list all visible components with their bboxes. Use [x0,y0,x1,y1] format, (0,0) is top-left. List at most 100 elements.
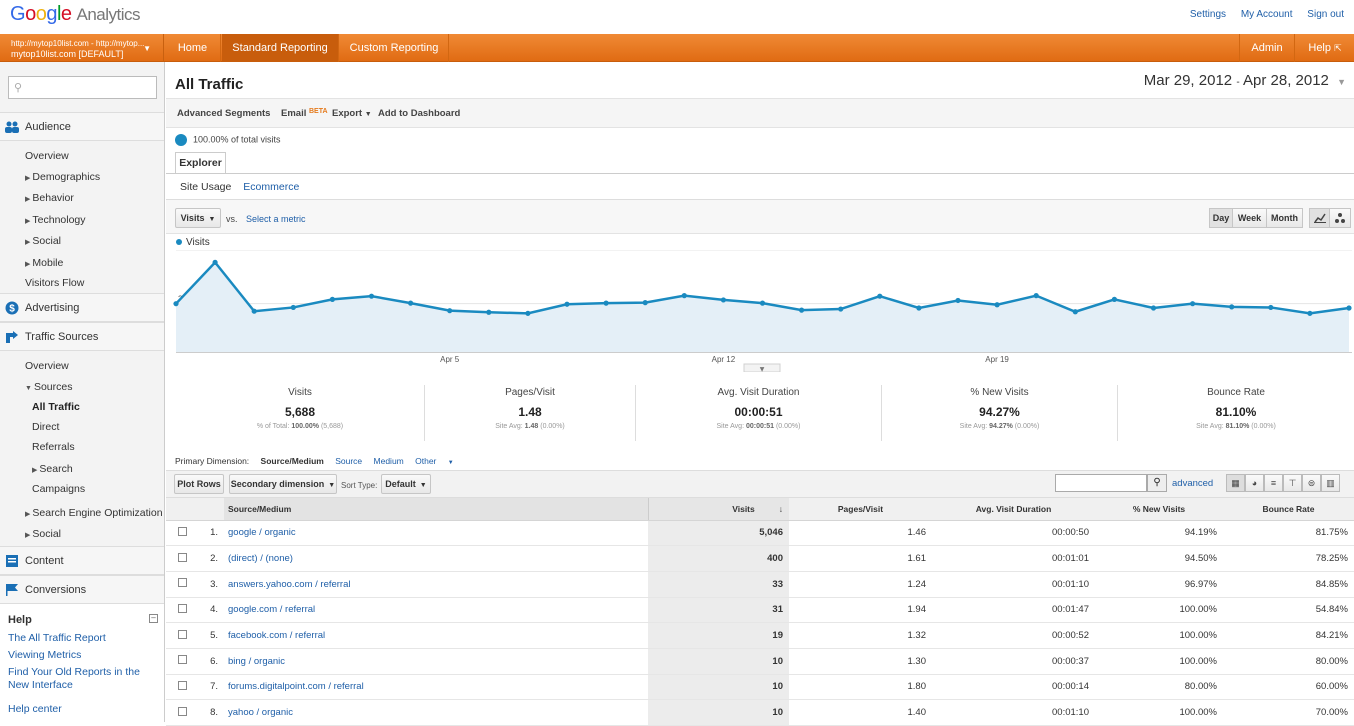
visits-chart[interactable]: 300200Apr 5Apr 12Apr 19▼ [166,250,1352,372]
scorecard[interactable]: % New Visits 94.27% Site Avg: 94.27% (0.00… [882,385,1118,441]
sidebar-item-referrals[interactable]: Referrals [32,441,75,453]
header-pages-per-visit[interactable]: Pages/Visit [789,498,932,521]
sidebar-item-social[interactable]: ▶ Social [25,235,61,247]
advanced-filter-link[interactable]: advanced [1172,478,1213,489]
dimension-medium-link[interactable]: Medium [374,456,404,466]
sidebar-item-direct[interactable]: Direct [32,421,59,433]
row-source-link[interactable]: forums.digitalpoint.com / referral [228,681,364,692]
sidebar-item-sources[interactable]: ▼ Sources [25,381,72,393]
row-checkbox[interactable] [178,603,187,613]
export-button[interactable]: Export ▼ [332,108,372,119]
header-visits[interactable]: Visits ↓ [648,498,789,521]
metric-select[interactable]: Visits ▼ [175,208,221,228]
sidebar-item-campaigns[interactable]: Campaigns [32,483,85,495]
table-search-input[interactable] [1055,474,1147,492]
google-analytics-logo[interactable]: Google Analytics [10,3,141,26]
header-source-medium[interactable]: Source/Medium [224,498,649,521]
table-row[interactable]: 1. google / organic 5,046 1.46 00:00:50 94.19… [166,520,1354,547]
sort-type-select[interactable]: Default ▼ [381,474,431,494]
table-search-button[interactable]: ⚲ [1147,474,1167,492]
view-table-button[interactable]: ▦ [1226,474,1245,492]
scorecard[interactable]: Bounce Rate 81.10% Site Avg: 81.10% (0.00%… [1118,385,1354,441]
subtab-site-usage[interactable]: Site Usage [180,181,231,193]
row-checkbox[interactable] [178,629,187,639]
tab-explorer[interactable]: Explorer [175,152,226,174]
row-checkbox[interactable] [178,578,187,588]
nav-help[interactable]: Help ⇱ [1296,34,1354,62]
add-to-dashboard-button[interactable]: Add to Dashboard [378,108,460,119]
advanced-segments-button[interactable]: Advanced Segments [177,108,270,119]
dimension-other-link[interactable]: Other ▼ [415,456,463,466]
sidebar-item-traffic-overview[interactable]: Overview [25,360,69,372]
row-source-link[interactable]: google / organic [228,527,296,538]
account-selector[interactable]: http://mytop10list.com - http://mytop...… [0,34,164,62]
scorecard[interactable]: Avg. Visit Duration 00:00:51 Site Avg: 00:… [636,385,882,441]
email-button[interactable]: Email BETA [281,108,328,119]
scorecard[interactable]: Visits 5,688 % of Total: 100.00% (5,688) [176,385,425,441]
granularity-day-button[interactable]: Day [1209,208,1233,228]
nav-custom-reporting[interactable]: Custom Reporting [340,34,449,62]
table-row[interactable]: 5. facebook.com / referral 19 1.32 00:00:52 1… [166,622,1354,649]
view-comparison-button[interactable]: ⊤ [1283,474,1302,492]
help-link-help-center[interactable]: Help center [8,703,158,716]
scorecard[interactable]: Pages/Visit 1.48 Site Avg: 1.48 (0.00%) [425,385,636,441]
row-source-link[interactable]: (direct) / (none) [228,553,293,564]
sidebar-section-advertising[interactable]: $ Advertising [0,293,164,322]
collapse-icon[interactable]: – [149,614,158,623]
help-link-old-reports[interactable]: Find Your Old Reports in the New Interfa… [8,666,158,692]
view-performance-button[interactable]: ≡ [1264,474,1283,492]
sidebar-section-traffic-sources[interactable]: Traffic Sources [0,322,164,351]
header-avg-visit-duration[interactable]: Avg. Visit Duration [932,498,1095,521]
table-row[interactable]: 2. (direct) / (none) 400 1.61 00:01:01 94.50%… [166,545,1354,572]
nav-admin[interactable]: Admin [1239,34,1295,62]
row-checkbox[interactable] [178,526,187,536]
settings-link[interactable]: Settings [1190,9,1226,20]
sidebar-item-all-traffic[interactable]: All Traffic [32,401,80,413]
date-range-picker[interactable]: Mar 29, 2012 - Apr 28, 2012 ▼ [1144,72,1346,89]
sidebar-item-visitors-flow[interactable]: Visitors Flow [25,277,84,289]
line-chart-button[interactable] [1309,208,1330,228]
sidebar-section-conversions[interactable]: Conversions [0,575,164,604]
sidebar-section-content[interactable]: Content [0,546,164,575]
plot-rows-button[interactable]: Plot Rows [174,474,224,494]
sidebar-item-technology[interactable]: ▶ Technology [25,214,86,226]
row-source-link[interactable]: facebook.com / referral [228,630,325,641]
my-account-link[interactable]: My Account [1241,9,1293,20]
sidebar-item-mobile[interactable]: ▶ Mobile [25,257,63,269]
subtab-ecommerce[interactable]: Ecommerce [243,181,299,193]
view-pie-button[interactable]: ◕ [1245,474,1264,492]
help-link-viewing-metrics[interactable]: Viewing Metrics [8,649,158,662]
sidebar-item-behavior[interactable]: ▶ Behavior [25,192,74,204]
sidebar-search-input[interactable]: ⚲ [8,76,157,99]
sidebar-item-search[interactable]: ▶ Search [32,463,73,475]
granularity-month-button[interactable]: Month [1266,208,1303,228]
nav-standard-reporting[interactable]: Standard Reporting [222,34,339,62]
header-new-visits[interactable]: % New Visits [1095,498,1223,521]
table-row[interactable]: 7. forums.digitalpoint.com / referral 10 1.… [166,674,1354,701]
secondary-dimension-select[interactable]: Secondary dimension ▼ [229,474,337,494]
sidebar-item-overview[interactable]: Overview [25,150,69,162]
motion-chart-button[interactable] [1329,208,1351,228]
row-source-link[interactable]: answers.yahoo.com / referral [228,579,351,590]
table-row[interactable]: 4. google.com / referral 31 1.94 00:01:47 100… [166,597,1354,624]
row-source-link[interactable]: google.com / referral [228,604,315,615]
help-link-all-traffic-report[interactable]: The All Traffic Report [8,632,158,645]
row-source-link[interactable]: yahoo / organic [228,707,293,718]
table-row[interactable]: 6. bing / organic 10 1.30 00:00:37 100.00% 80.… [166,648,1354,675]
row-checkbox[interactable] [178,655,187,665]
nav-home[interactable]: Home [165,34,221,62]
row-source-link[interactable]: bing / organic [228,656,285,667]
dimension-source-link[interactable]: Source [335,456,362,466]
granularity-week-button[interactable]: Week [1232,208,1267,228]
sidebar-item-seo[interactable]: ▶ Search Engine Optimization [25,507,163,519]
row-checkbox[interactable] [178,680,187,690]
row-checkbox[interactable] [178,552,187,562]
sidebar-item-demographics[interactable]: ▶ Demographics [25,171,100,183]
row-checkbox[interactable] [178,706,187,716]
view-pivot-button[interactable]: ▥ [1321,474,1340,492]
sidebar-section-audience[interactable]: Audience [0,112,164,141]
header-bounce-rate[interactable]: Bounce Rate [1223,498,1354,521]
view-term-cloud-button[interactable]: ⊜ [1302,474,1321,492]
sign-out-link[interactable]: Sign out [1307,9,1344,20]
select-metric-link[interactable]: Select a metric [246,214,306,224]
